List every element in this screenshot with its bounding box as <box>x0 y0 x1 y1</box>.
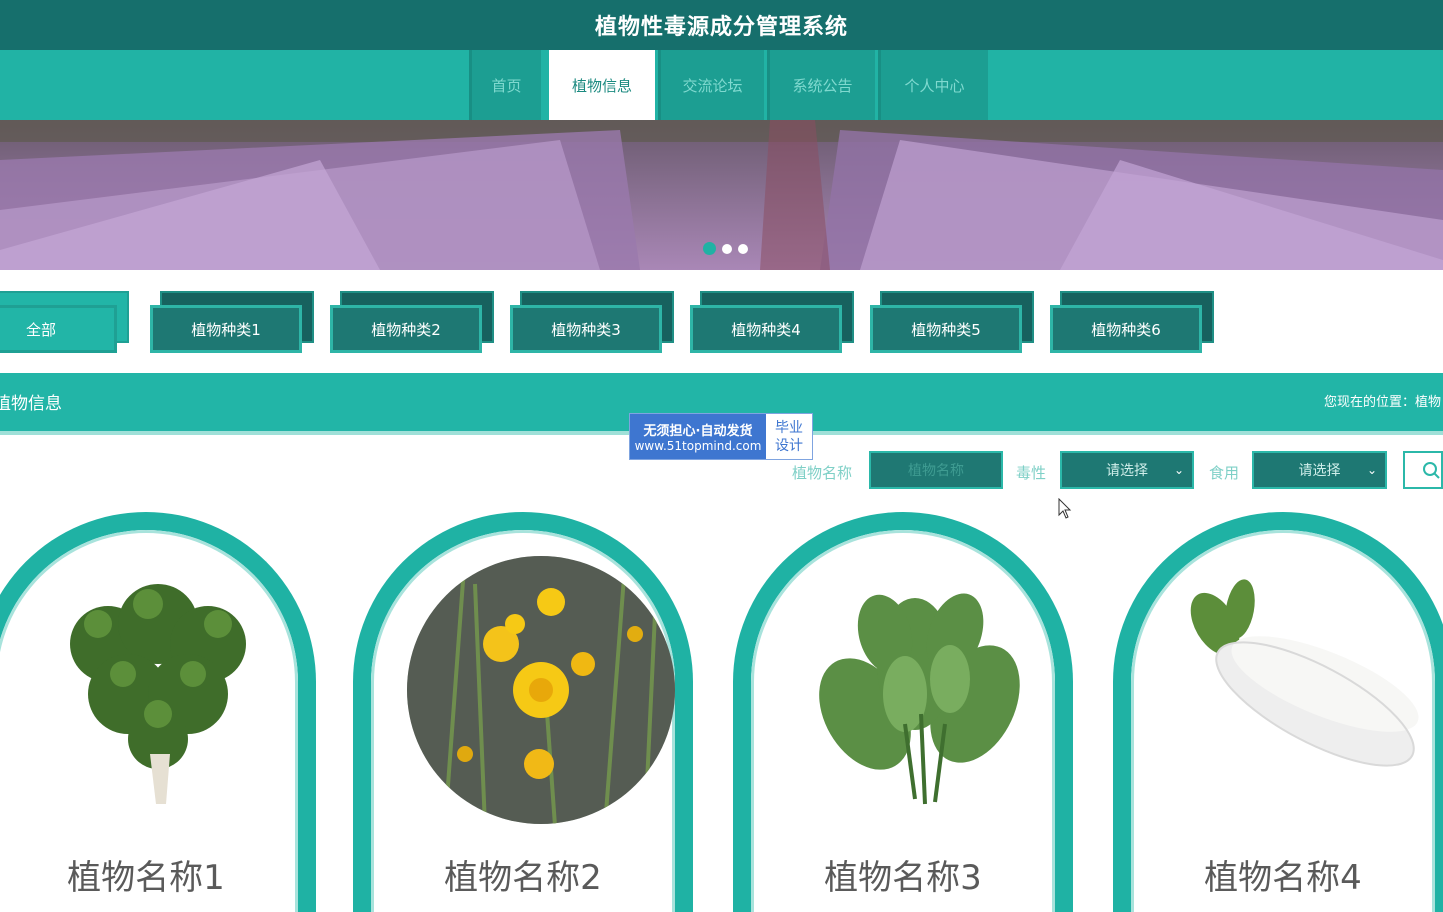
edible-select[interactable]: 请选择 ⌄ <box>1252 451 1387 489</box>
plant-name-placeholder: 植物名称 <box>908 463 964 479</box>
category-all-label: 全部 <box>25 320 56 339</box>
edible-label: 食用 <box>1209 464 1240 482</box>
nav-home[interactable]: 首页 <box>469 50 541 120</box>
nav-forum-label: 交流论坛 <box>682 76 743 95</box>
plant-card-4[interactable]: 植物名称4 <box>1113 512 1443 912</box>
carousel-dot-2[interactable] <box>722 243 732 254</box>
plant-card-3-name: 植物名称3 <box>824 858 982 898</box>
category-4[interactable]: 植物种类4 <box>690 291 854 353</box>
plant-card-3[interactable]: 植物名称3 <box>733 512 1073 912</box>
toxicity-label: 毒性 <box>1016 464 1047 482</box>
coriander-image <box>70 584 246 804</box>
watermark-right-line2: 设计 <box>775 437 803 454</box>
carousel-dot-3[interactable] <box>738 243 748 254</box>
category-5[interactable]: 植物种类5 <box>870 291 1034 353</box>
main-nav: 首页 植物信息 交流论坛 系统公告 个人中心 <box>0 50 1443 120</box>
nav-plant-info-label: 植物信息 <box>571 76 632 95</box>
nav-announcements[interactable]: 系统公告 <box>767 50 875 120</box>
plant-card-1-name: 植物名称1 <box>67 858 225 898</box>
breadcrumb: 您现在的位置：植物 <box>1323 395 1441 410</box>
search-button[interactable] <box>1403 451 1443 489</box>
nav-announcements-label: 系统公告 <box>792 76 853 95</box>
toxicity-select-value: 请选择 <box>1106 463 1148 479</box>
category-6-label: 植物种类6 <box>1091 320 1161 339</box>
toxicity-select[interactable]: 请选择 ⌄ <box>1060 451 1194 489</box>
app-title-bar: 植物性毒源成分管理系统 <box>0 0 1443 50</box>
plant-name-label: 植物名称 <box>792 464 853 482</box>
banner-carousel[interactable] <box>0 120 1443 270</box>
watermark-line2: www.51topmind.com <box>634 439 762 453</box>
nav-forum[interactable]: 交流论坛 <box>658 50 764 120</box>
nav-personal-center[interactable]: 个人中心 <box>878 50 988 120</box>
category-5-label: 植物种类5 <box>911 320 981 339</box>
category-3-label: 植物种类3 <box>551 320 621 339</box>
category-2[interactable]: 植物种类2 <box>330 291 494 353</box>
category-3[interactable]: 植物种类3 <box>510 291 674 353</box>
watermark-badge: 无须担心·自动发货 www.51topmind.com 毕业 设计 <box>629 413 813 460</box>
section-title: 植物信息 <box>0 394 62 414</box>
plant-card-2[interactable]: 植物名称2 <box>353 512 693 912</box>
category-1[interactable]: 植物种类1 <box>150 291 314 353</box>
category-2-label: 植物种类2 <box>371 320 441 339</box>
carousel-dots <box>703 242 748 255</box>
category-4-label: 植物种类4 <box>731 320 801 339</box>
mouse-cursor-icon <box>1058 498 1072 519</box>
app-title: 植物性毒源成分管理系统 <box>594 15 848 40</box>
category-1-label: 植物种类1 <box>191 320 261 339</box>
nav-plant-info[interactable]: 植物信息 <box>549 50 655 120</box>
plant-card-2-name: 植物名称2 <box>444 858 602 898</box>
plant-name-input[interactable]: 植物名称 <box>869 451 1003 489</box>
white-radish-image <box>1190 579 1419 767</box>
yellow-flowers-image <box>407 556 675 824</box>
category-all[interactable]: 全部 <box>0 291 129 353</box>
watermark-right-line1: 毕业 <box>775 419 803 436</box>
watermark-line1: 无须担心·自动发货 <box>643 424 753 439</box>
edible-select-value: 请选择 <box>1298 463 1341 479</box>
chevron-down-icon: ⌄ <box>1173 463 1184 477</box>
plant-card-4-name: 植物名称4 <box>1204 858 1362 898</box>
category-6[interactable]: 植物种类6 <box>1050 291 1214 353</box>
chevron-down-icon: ⌄ <box>1366 463 1377 477</box>
leafy-greens-image <box>819 593 1020 805</box>
nav-home-label: 首页 <box>491 76 522 95</box>
search-icon <box>1423 462 1440 479</box>
nav-personal-center-label: 个人中心 <box>904 76 965 95</box>
plant-card-1[interactable]: 植物名称1 <box>0 512 316 912</box>
carousel-dot-1[interactable] <box>703 242 716 255</box>
